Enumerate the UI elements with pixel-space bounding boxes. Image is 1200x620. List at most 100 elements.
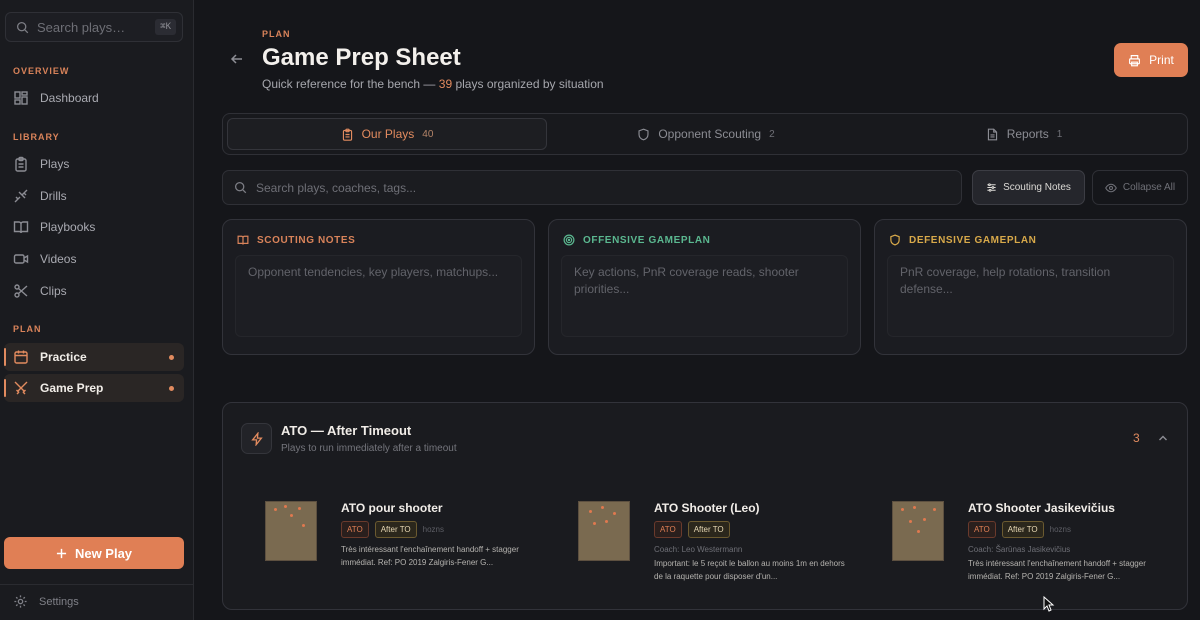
tag-after-to: After TO [374,520,417,538]
search-placeholder: Search plays, coaches, tags... [256,180,417,195]
section-library: LIBRARY [13,132,60,142]
tab-label: Reports [1006,127,1049,141]
settings-link[interactable]: Settings [13,594,79,609]
sidebar-item-label: Game Prep [40,381,104,395]
play-diagram-thumbnail [578,501,630,561]
ato-section: ATO — After Timeout Plays to run immedia… [222,402,1188,610]
sidebar-item-drills[interactable]: Drills [4,182,184,210]
sidebar-item-plays[interactable]: Plays [4,150,184,178]
tab-label: Our Plays [361,127,415,141]
tag-extra: hozns [422,524,445,534]
page-subtitle: Quick reference for the bench — 39 plays… [262,77,604,91]
shield-icon [638,128,649,140]
new-play-label: New Play [74,545,133,561]
play-description: Très intéressant l'enchaînement handoff … [341,545,519,567]
tab-opponent-scouting[interactable]: Opponent Scouting 2 [547,118,865,150]
active-dot [169,385,174,391]
sidebar: Search plays… ⌘K OVERVIEW Dashboard LIBR… [0,0,194,620]
collapse-all-label: Collapse All [1122,182,1176,193]
sidebar-item-dashboard[interactable]: Dashboard [4,84,184,112]
collapse-all-button[interactable]: Collapse All [1092,170,1188,205]
play-tags: ATO After TO hozns [341,520,445,538]
play-card[interactable]: ATO Shooter Jasikevičius ATO After TO ho… [892,491,1192,581]
play-tags: ATO After TO [654,520,730,538]
section-title: ATO — After Timeout [281,423,412,438]
play-coach: Coach: Leo Westermann [654,545,743,554]
sidebar-item-label: Clips [40,284,67,298]
play-name: ATO Shooter Jasikevičius [968,501,1115,515]
sidebar-item-videos[interactable]: Videos [4,245,184,273]
shield-icon [890,234,900,246]
play-diagram-thumbnail [892,501,944,561]
play-name: ATO Shooter (Leo) [654,501,760,515]
sidebar-item-label: Videos [40,252,77,266]
search-icon [16,21,29,33]
sidebar-item-label: Practice [40,350,87,364]
sidebar-search[interactable]: Search plays… ⌘K [5,12,183,42]
defensive-gameplan-textarea[interactable]: PnR coverage, help rotations, transition… [887,255,1174,337]
page-eyebrow: PLAN [262,29,291,39]
tag-ato: ATO [654,520,682,538]
tab-label: Opponent Scouting [658,127,762,141]
card-header: SCOUTING NOTES [237,234,520,246]
tag-after-to: After TO [1001,520,1044,538]
tab-count: 40 [422,128,434,140]
mouse-pointer-icon [1043,596,1055,612]
play-diagram-thumbnail [265,501,317,561]
offensive-gameplan-textarea[interactable]: Key actions, PnR coverage reads, shooter… [561,255,848,337]
scouting-notes-button[interactable]: Scouting Notes [972,170,1085,205]
card-title: OFFENSIVE GAMEPLAN [583,234,711,246]
eye-icon [1105,183,1117,192]
tag-ato: ATO [968,520,996,538]
sliders-icon [987,183,996,192]
section-count: 3 [1133,431,1140,445]
print-button[interactable]: Print [1114,43,1188,77]
section-subtitle: Plays to run immediately after a timeout [281,443,457,454]
subtitle-pre: Quick reference for the bench — [262,77,436,91]
video-icon [13,254,29,264]
chevron-up-icon[interactable] [1157,432,1169,444]
sidebar-item-playbooks[interactable]: Playbooks [4,213,184,241]
sidebar-item-game-prep[interactable]: Game Prep [4,374,184,402]
printer-icon [1129,54,1141,66]
book-icon [13,221,29,234]
scouting-notes-textarea[interactable]: Opponent tendencies, key players, matchu… [235,255,522,337]
active-dot [169,354,174,360]
section-overview: OVERVIEW [13,66,70,76]
clipboard-icon [342,128,352,141]
tag-after-to: After TO [687,520,730,538]
lightning-icon [241,423,272,454]
play-tags: ATO After TO hozns [968,520,1071,538]
crossed-swords-icon [14,381,28,395]
sidebar-item-clips[interactable]: Clips [4,277,184,305]
book-icon [237,235,249,245]
page-title: Game Prep Sheet [262,44,461,71]
drills-icon [14,189,28,203]
tab-count: 2 [769,128,775,140]
search-icon [234,181,247,194]
tab-our-plays[interactable]: Our Plays 40 [227,118,547,150]
card-header: DEFENSIVE GAMEPLAN [889,234,1172,246]
subtitle-post: plays organized by situation [455,77,604,91]
play-description: Très intéressant l'enchaînement handoff … [968,559,1146,581]
tag-ato: ATO [341,520,369,538]
plays-search-input[interactable]: Search plays, coaches, tags... [222,170,962,205]
defensive-gameplan-card: DEFENSIVE GAMEPLAN PnR coverage, help ro… [874,219,1187,355]
plus-icon [56,548,67,558]
tab-bar: Our Plays 40 Opponent Scouting 2 Reports… [222,113,1188,155]
play-card[interactable]: ATO Shooter (Leo) ATO After TO Coach: Le… [578,491,878,581]
new-play-button[interactable]: New Play [4,537,184,569]
back-arrow-icon[interactable] [229,51,245,67]
play-card[interactable]: ATO pour shooter ATO After TO hozns Très… [265,491,565,581]
card-header: OFFENSIVE GAMEPLAN [563,234,846,246]
play-coach: Coach: Šarūnas Jasikevičius [968,545,1071,554]
target-icon [563,234,575,246]
scissors-icon [14,284,28,298]
sidebar-divider [0,584,194,585]
sidebar-item-label: Plays [40,157,70,171]
tab-count: 1 [1056,128,1063,140]
tab-reports[interactable]: Reports 1 [865,118,1183,150]
sidebar-item-practice[interactable]: Practice [4,343,184,371]
card-title: SCOUTING NOTES [257,234,356,246]
play-name: ATO pour shooter [341,501,443,515]
